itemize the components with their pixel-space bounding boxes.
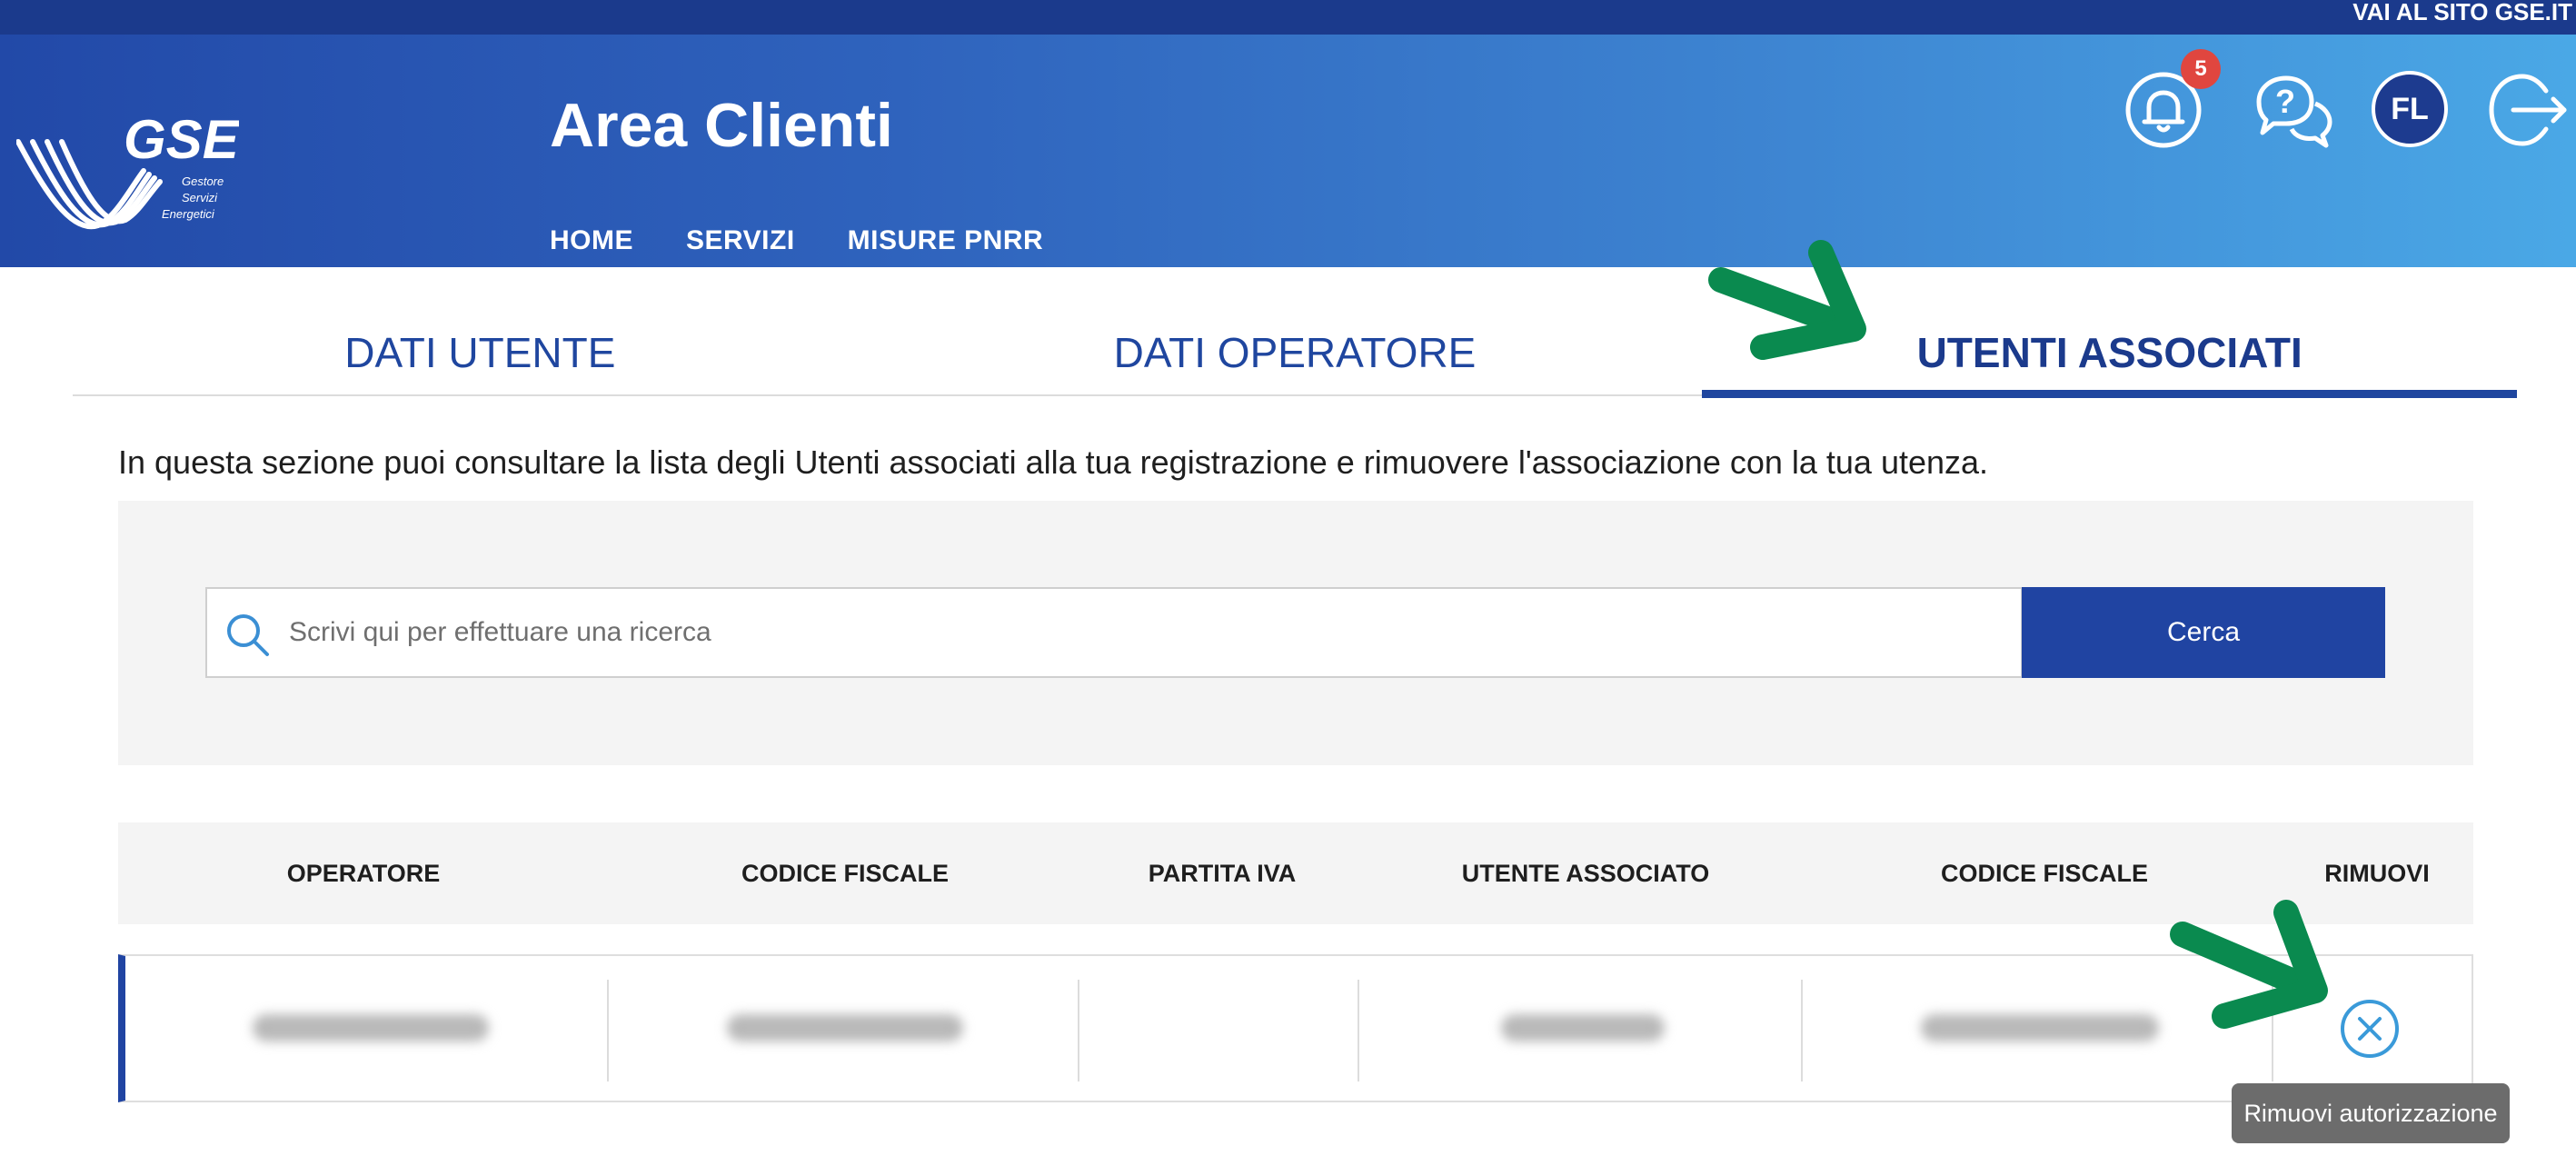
search-box bbox=[205, 587, 2023, 678]
profile-tabs: DATI UTENTE DATI OPERATORE UTENTI ASSOCI… bbox=[73, 300, 2517, 398]
cell-operatore bbox=[125, 956, 607, 1101]
search-button[interactable]: Cerca bbox=[2022, 587, 2385, 678]
app-title: Area Clienti bbox=[550, 91, 893, 160]
logo-wordmark: GSE bbox=[124, 109, 239, 170]
svg-text:?: ? bbox=[2275, 83, 2295, 120]
annotation-arrow-icon bbox=[2170, 900, 2328, 1029]
nav-item-misure-pnrr[interactable]: MISURE PNRR bbox=[848, 225, 1044, 256]
search-icon bbox=[227, 614, 269, 656]
tab-dati-operatore[interactable]: DATI OPERATORE bbox=[888, 300, 1703, 394]
tab-dati-utente[interactable]: DATI UTENTE bbox=[73, 300, 888, 394]
search-panel: Cerca bbox=[118, 501, 2473, 765]
blurred-value bbox=[253, 1014, 489, 1041]
cell-codice-fiscale bbox=[609, 956, 1078, 1101]
search-input[interactable] bbox=[289, 589, 2006, 676]
logout-icon[interactable] bbox=[2486, 71, 2568, 149]
remove-association-button[interactable] bbox=[2339, 998, 2401, 1060]
gse-logo-mark: GSE Gestore Servizi Energetici bbox=[15, 109, 241, 230]
logo-subtitle-3: Energetici bbox=[162, 207, 215, 221]
blurred-value bbox=[1921, 1014, 2159, 1041]
nav-item-home[interactable]: HOME bbox=[550, 225, 633, 256]
cell-utente-associato bbox=[1359, 956, 1801, 1101]
blurred-value bbox=[1501, 1014, 1665, 1041]
column-header-utente-associato[interactable]: UTENTE ASSOCIATO bbox=[1363, 822, 1808, 924]
main-nav: HOME SERVIZI MISURE PNRR bbox=[550, 225, 1043, 256]
logo-subtitle-1: Gestore bbox=[182, 174, 224, 188]
top-utility-bar: VAI AL SITO GSE.IT bbox=[0, 0, 2576, 35]
close-circle-icon bbox=[2341, 1000, 2399, 1058]
gse-logo[interactable]: GSE Gestore Servizi Energetici bbox=[15, 98, 241, 244]
logo-subtitle-2: Servizi bbox=[182, 191, 218, 204]
table-header: OPERATORE CODICE FISCALE PARTITA IVA UTE… bbox=[118, 822, 2473, 924]
cell-partita-iva bbox=[1079, 956, 1358, 1101]
notifications-count-badge: 5 bbox=[2181, 49, 2221, 89]
table-row bbox=[118, 954, 2473, 1102]
section-description: In questa sezione puoi consultare la lis… bbox=[118, 443, 1989, 481]
remove-tooltip: Rimuovi autorizzazione bbox=[2232, 1083, 2510, 1143]
column-header-operatore[interactable]: OPERATORE bbox=[118, 822, 609, 924]
user-avatar[interactable]: FL bbox=[2372, 71, 2448, 147]
column-header-partita-iva[interactable]: PARTITA IVA bbox=[1081, 822, 1363, 924]
annotation-arrow-icon bbox=[1708, 240, 1866, 360]
column-header-codice-fiscale[interactable]: CODICE FISCALE bbox=[609, 822, 1081, 924]
help-chat-icon[interactable]: ? bbox=[2252, 71, 2335, 149]
blurred-value bbox=[727, 1014, 963, 1041]
gse-site-link[interactable]: VAI AL SITO GSE.IT bbox=[2352, 0, 2572, 35]
nav-item-servizi[interactable]: SERVIZI bbox=[686, 225, 795, 256]
